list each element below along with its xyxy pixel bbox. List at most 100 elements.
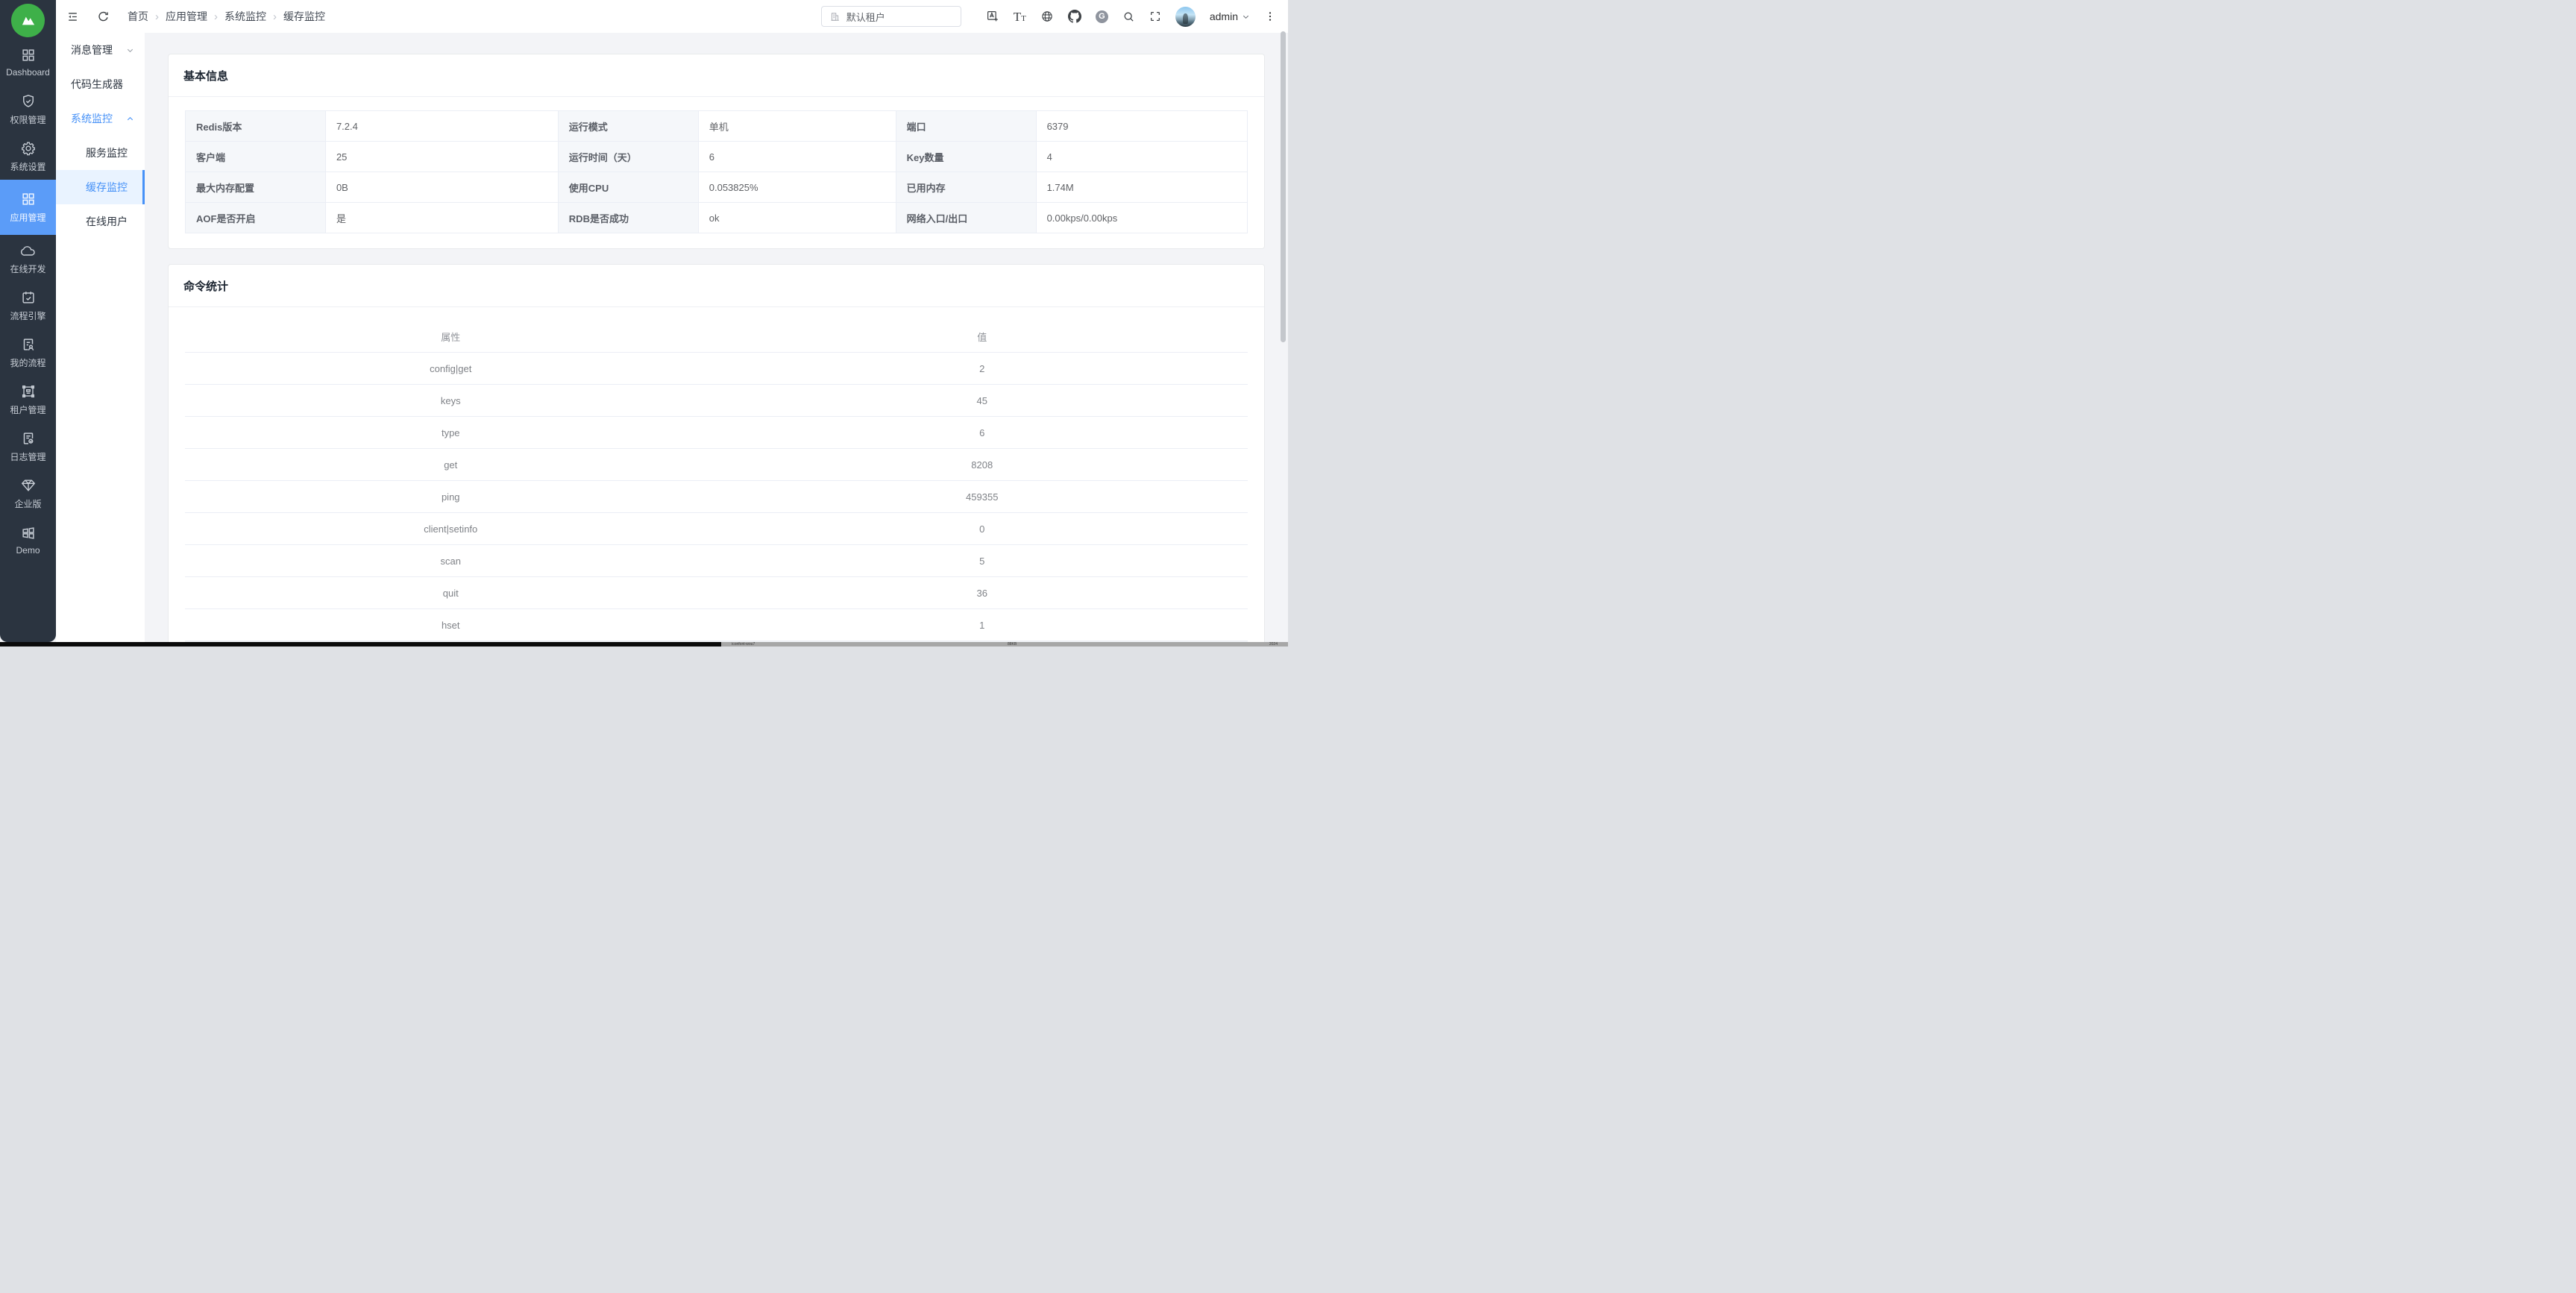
refresh-button[interactable]	[97, 10, 110, 23]
submenu-item-system-monitor[interactable]: 系统监控	[56, 101, 145, 136]
submenu-item-message-management[interactable]: 消息管理	[56, 33, 145, 67]
command-name: ping	[185, 481, 717, 513]
info-label: 端口	[896, 111, 1036, 142]
chevron-down-icon	[126, 46, 134, 54]
language-button[interactable]	[1040, 10, 1054, 23]
app-grid-icon	[20, 191, 37, 207]
table-row: Redis版本 7.2.4 运行模式 单机 端口 6379	[186, 111, 1248, 142]
search-button[interactable]	[1122, 10, 1135, 23]
submenu-item-label: 系统监控	[71, 111, 113, 126]
breadcrumb-system-monitor[interactable]: 系统监控	[224, 9, 266, 24]
more-menu-button[interactable]	[1264, 10, 1276, 22]
tenant-frame-icon	[20, 383, 37, 400]
info-value: 是	[325, 203, 558, 233]
info-label: 客户端	[186, 142, 326, 172]
refresh-icon	[97, 10, 110, 23]
sidebar-item-log-management[interactable]: 日志管理	[0, 423, 56, 470]
command-count: 36	[717, 577, 1248, 609]
command-count: 5	[717, 545, 1248, 577]
sidebar-item-app-management[interactable]: 应用管理	[0, 180, 56, 235]
bottom-sliver-dark	[0, 642, 721, 646]
info-value: 6379	[1036, 111, 1247, 142]
info-value: 0.053825%	[698, 172, 896, 203]
bottom-screen-sliver: iconfont-wou7 88KB 2024	[0, 642, 1288, 646]
table-row: quit 36	[185, 577, 1248, 609]
info-value: 4	[1036, 142, 1247, 172]
breadcrumb-home[interactable]: 首页	[128, 9, 148, 24]
info-value: 25	[325, 142, 558, 172]
main-content: 基本信息 Redis版本 7.2.4 运行模式 单机 端口 6379	[145, 33, 1288, 642]
sidebar-item-label: 流程引擎	[10, 309, 45, 322]
sidebar-item-permissions[interactable]: 权限管理	[0, 86, 56, 133]
github-icon	[1068, 10, 1081, 23]
info-label: 最大内存配置	[186, 172, 326, 203]
sidebar-item-label: 系统设置	[10, 160, 45, 173]
app-logo[interactable]	[11, 4, 45, 37]
info-value: ok	[698, 203, 896, 233]
sidebar-item-dashboard[interactable]: Dashboard	[0, 39, 56, 86]
breadcrumb-separator: ›	[214, 10, 218, 23]
sidebar-item-online-dev[interactable]: 在线开发	[0, 235, 56, 282]
translate-button[interactable]	[986, 10, 999, 23]
table-row: type 6	[185, 417, 1248, 449]
building-icon	[829, 11, 841, 22]
info-label: Key数量	[896, 142, 1036, 172]
table-row: keys 45	[185, 385, 1248, 417]
info-label: 运行时间（天）	[558, 142, 698, 172]
sidebar-item-label: 日志管理	[10, 450, 45, 463]
table-row: 最大内存配置 0B 使用CPU 0.053825% 已用内存 1.74M	[186, 172, 1248, 203]
info-label: Redis版本	[186, 111, 326, 142]
command-count: 1	[717, 609, 1248, 641]
command-name: hset	[185, 609, 717, 641]
font-size-button[interactable]: TT	[1014, 10, 1026, 23]
user-menu[interactable]: admin	[1210, 10, 1250, 22]
gitee-icon[interactable]: G	[1096, 10, 1108, 23]
kebab-menu-icon	[1264, 10, 1276, 22]
fullscreen-button[interactable]	[1149, 10, 1161, 22]
mountain-logo-icon	[19, 11, 38, 31]
info-label: 运行模式	[558, 111, 698, 142]
fullscreen-icon	[1149, 10, 1161, 22]
github-button[interactable]	[1068, 10, 1081, 23]
calendar-check-icon	[20, 289, 37, 306]
submenu-item-code-generator[interactable]: 代码生成器	[56, 67, 145, 101]
column-header-attribute: 属性	[185, 321, 717, 353]
user-avatar[interactable]	[1175, 7, 1196, 27]
sidebar-item-label: 企业版	[14, 497, 41, 510]
command-name: config|get	[185, 353, 717, 385]
translate-icon	[986, 10, 999, 23]
sidebar-item-my-process[interactable]: 我的流程	[0, 329, 56, 376]
primary-sidebar: Dashboard 权限管理 系统设置 应用管理	[0, 0, 56, 642]
gear-icon	[20, 140, 37, 157]
sidebar-item-label: 权限管理	[10, 113, 45, 126]
sidebar-item-enterprise[interactable]: 企业版	[0, 470, 56, 517]
command-name: keys	[185, 385, 717, 417]
sidebar-item-demo[interactable]: Demo	[0, 517, 56, 564]
info-label: 网络入口/出口	[896, 203, 1036, 233]
vertical-scrollbar-thumb[interactable]	[1281, 31, 1286, 342]
command-count: 0	[717, 513, 1248, 545]
submenu-item-label: 服务监控	[86, 145, 128, 160]
command-count: 2	[717, 353, 1248, 385]
submenu-item-service-monitor[interactable]: 服务监控	[56, 136, 145, 170]
table-row: ping 459355	[185, 481, 1248, 513]
tenant-select[interactable]: 默认租户	[821, 6, 961, 27]
sidebar-item-process-engine[interactable]: 流程引擎	[0, 282, 56, 329]
sidebar-item-system-settings[interactable]: 系统设置	[0, 133, 56, 180]
command-count: 8208	[717, 449, 1248, 481]
submenu-item-label: 缓存监控	[86, 180, 128, 195]
sidebar-item-tenant-management[interactable]: 租户管理	[0, 376, 56, 423]
collapse-sidebar-button[interactable]	[66, 10, 79, 23]
shield-check-icon	[20, 93, 37, 110]
submenu-item-cache-monitor[interactable]: 缓存监控	[56, 170, 145, 204]
breadcrumb-cache-monitor: 缓存监控	[283, 9, 325, 24]
topbar: 首页 › 应用管理 › 系统监控 › 缓存监控 默认租户	[56, 0, 1288, 33]
breadcrumb-separator: ›	[273, 10, 277, 23]
table-row: get 8208	[185, 449, 1248, 481]
breadcrumb: 首页 › 应用管理 › 系统监控 › 缓存监控	[128, 9, 325, 24]
breadcrumb-app-management[interactable]: 应用管理	[166, 9, 207, 24]
secondary-sidebar: 消息管理 代码生成器 系统监控 服务监控 缓存监控 在线用户	[56, 0, 145, 642]
submenu-item-online-users[interactable]: 在线用户	[56, 204, 145, 239]
info-label: AOF是否开启	[186, 203, 326, 233]
basic-info-card: 基本信息 Redis版本 7.2.4 运行模式 单机 端口 6379	[168, 54, 1265, 249]
